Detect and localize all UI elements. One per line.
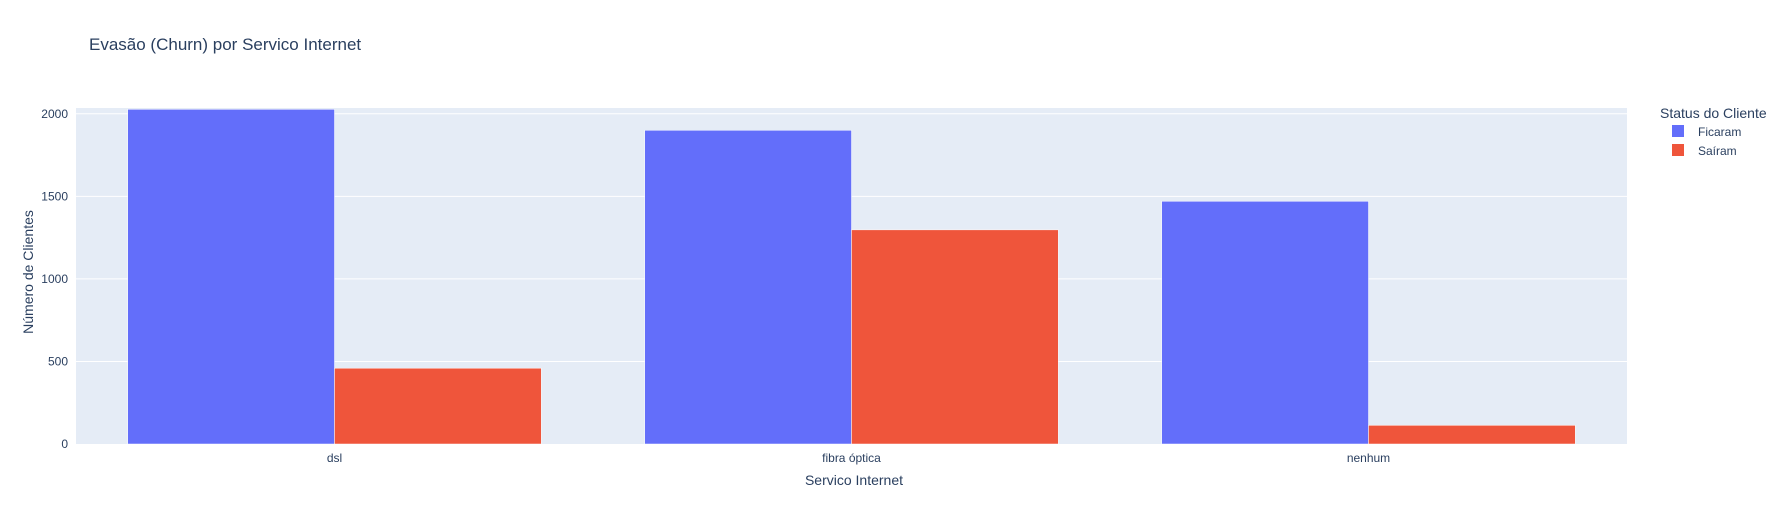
chart-container: Evasão (Churn) por Servico Internet 0 500…	[0, 0, 1781, 525]
bar-sairam-1	[851, 229, 1059, 445]
y-tick-label: 0	[61, 437, 68, 451]
x-tick-label: fibra óptica	[822, 451, 881, 465]
legend-title: Status do Cliente	[1660, 105, 1767, 121]
y-axis-title: Número de Clientes	[20, 210, 36, 334]
y-tick-label: 1500	[41, 189, 68, 203]
legend-label: Saíram	[1698, 144, 1737, 158]
y-tick-label: 500	[48, 354, 68, 368]
bar-ficaram-2	[1161, 201, 1369, 445]
legend-label: Ficaram	[1698, 125, 1741, 139]
x-tick-label: dsl	[327, 451, 342, 465]
y-tick-label: 2000	[41, 107, 68, 121]
bar-sairam-0	[334, 367, 542, 445]
bar-sairam-2	[1368, 425, 1576, 445]
legend-swatch	[1672, 125, 1684, 137]
y-tick-label: 1000	[41, 272, 68, 286]
legend-swatch	[1672, 144, 1684, 156]
bar-ficaram-0	[127, 109, 335, 445]
bar-ficaram-1	[644, 130, 852, 445]
bar-chart: Evasão (Churn) por Servico Internet 0 500…	[0, 0, 1781, 525]
chart-title: Evasão (Churn) por Servico Internet	[89, 35, 361, 54]
x-tick-label: nenhum	[1347, 451, 1390, 465]
x-axis-title: Servico Internet	[805, 472, 903, 488]
